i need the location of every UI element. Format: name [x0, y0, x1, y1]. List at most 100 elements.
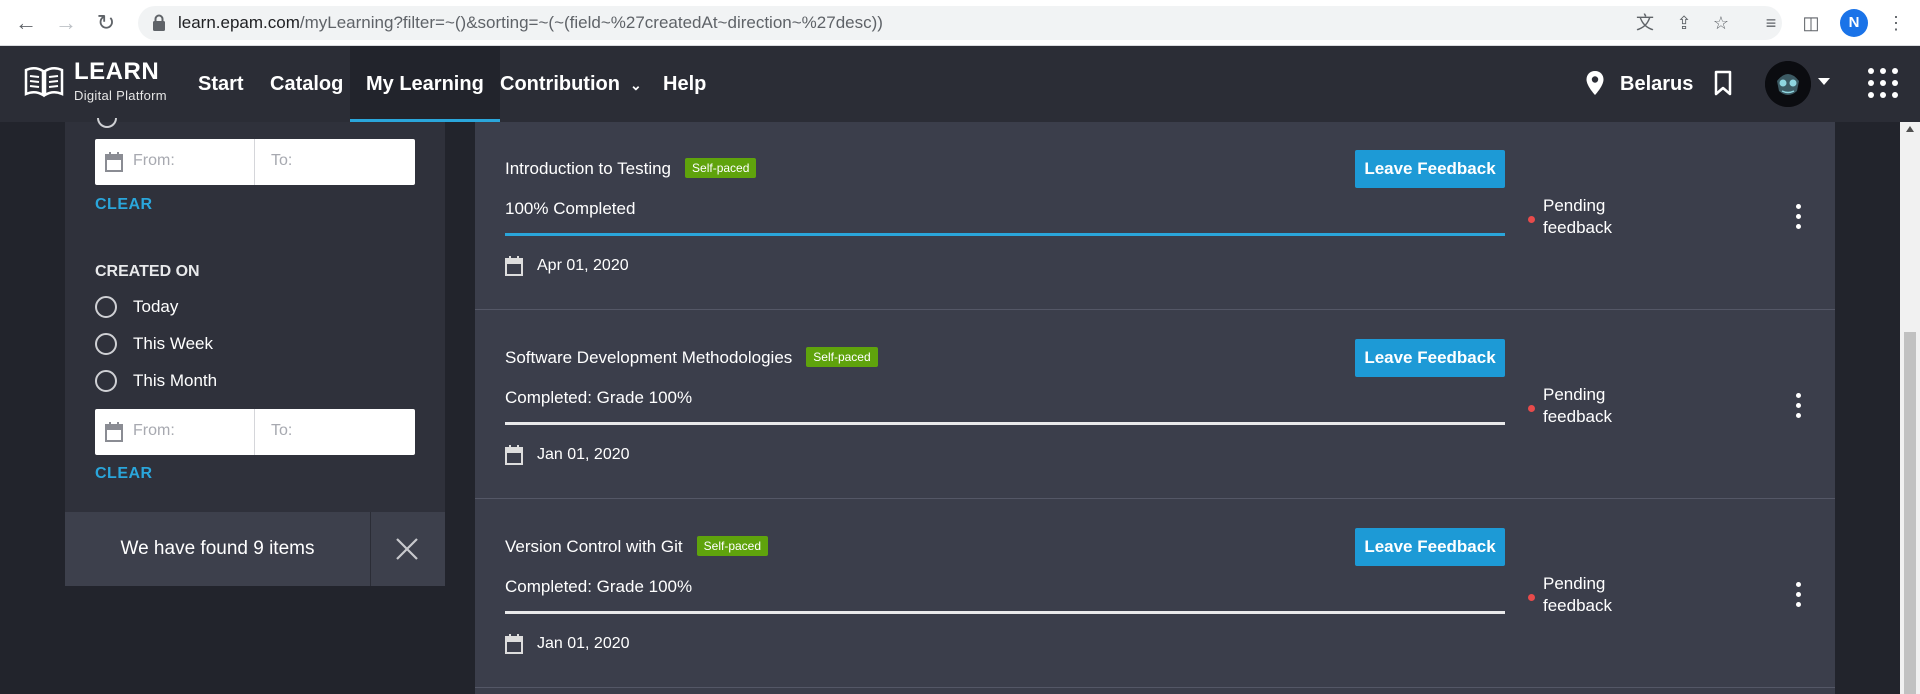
- location-label[interactable]: Belarus: [1620, 46, 1693, 122]
- course-list: Introduction to Testing Self-paced Leave …: [475, 122, 1835, 694]
- feedback-status: Pending feedback: [1543, 385, 1612, 426]
- course-title-row[interactable]: Software Development Methodologies Self-p…: [505, 347, 878, 368]
- completion-status: Completed: Grade 100%: [505, 388, 693, 407]
- nav-help[interactable]: Help: [663, 46, 706, 122]
- course-card[interactable]: Software Development Methodologies Self-p…: [475, 311, 1835, 499]
- browser-toolbar: ← → ↻ learn.epam.com/myLearning?filter=~…: [0, 0, 1920, 46]
- avatar-dropdown-icon[interactable]: [1818, 78, 1830, 85]
- leave-feedback-button[interactable]: Leave Feedback: [1355, 528, 1505, 566]
- radio-circle[interactable]: [95, 296, 117, 318]
- progress-bar: [505, 233, 1505, 236]
- nav-contribution[interactable]: Contribution ⌄: [500, 46, 642, 122]
- self-paced-badge: Self-paced: [696, 536, 769, 556]
- course-title[interactable]: Software Development Methodologies: [505, 348, 792, 367]
- nav-contribution-label: Contribution: [500, 73, 620, 95]
- avatar-image-icon: [1765, 61, 1811, 107]
- translate-icon[interactable]: 文: [1634, 12, 1656, 34]
- self-paced-badge: Self-paced: [685, 158, 757, 178]
- scroll-up-arrow-icon[interactable]: [1906, 126, 1914, 132]
- pending-status-dot: [1528, 405, 1535, 412]
- clear-link[interactable]: CLEAR: [95, 196, 153, 214]
- lock-icon[interactable]: [152, 14, 166, 32]
- course-card[interactable]: Introduction to Testing Self-paced Leave …: [475, 122, 1835, 310]
- feedback-status: Pending feedback: [1543, 574, 1612, 615]
- reload-icon[interactable]: ↻: [92, 9, 120, 37]
- chevron-down-icon: ⌄: [629, 76, 642, 93]
- radio-button-partial[interactable]: [97, 118, 117, 128]
- course-title-row[interactable]: Introduction to Testing Self-paced: [505, 158, 757, 179]
- course-date: Jan 01, 2020: [537, 635, 630, 652]
- nav-start[interactable]: Start: [198, 46, 244, 122]
- completion-status: Completed: Grade 100%: [505, 577, 693, 596]
- url-path: /myLearning?filter=~()&sorting=~(~(field…: [299, 13, 883, 32]
- url-text[interactable]: learn.epam.com/myLearning?filter=~()&sor…: [178, 13, 883, 33]
- location-pin-icon: [1586, 71, 1604, 95]
- browser-menu-icon[interactable]: ⋮: [1883, 10, 1909, 36]
- calendar-icon: [505, 445, 523, 465]
- scroll-thumb[interactable]: [1904, 332, 1916, 694]
- course-title-row[interactable]: Version Control with Git Self-paced: [505, 536, 769, 557]
- nav-catalog[interactable]: Catalog: [270, 46, 343, 122]
- user-avatar[interactable]: [1765, 61, 1811, 107]
- course-date: Apr 01, 2020: [537, 257, 629, 274]
- logo-subtitle: Digital Platform: [74, 88, 167, 103]
- profile-avatar[interactable]: N: [1840, 9, 1868, 37]
- logo-title[interactable]: LEARN: [74, 58, 159, 86]
- page-scrollbar[interactable]: [1900, 122, 1920, 694]
- more-options-icon[interactable]: [1793, 393, 1805, 419]
- radio-label: This Month: [133, 371, 218, 390]
- book-logo-icon[interactable]: [22, 62, 66, 102]
- pending-status-dot: [1528, 594, 1535, 601]
- radio-circle[interactable]: [95, 370, 117, 392]
- calendar-icon: [105, 152, 123, 172]
- completion-status: 100% Completed: [505, 199, 636, 218]
- url-host: learn.epam.com: [178, 13, 300, 32]
- radio-circle[interactable]: [95, 333, 117, 355]
- forward-icon[interactable]: →: [52, 9, 80, 37]
- divider: [370, 512, 371, 586]
- progress-bar: [505, 422, 1505, 425]
- reading-list-icon[interactable]: ≡: [1758, 10, 1784, 36]
- divider: [254, 409, 255, 455]
- date-to-field[interactable]: To:: [271, 152, 292, 170]
- bookmark-icon[interactable]: [1713, 70, 1733, 96]
- back-icon[interactable]: ←: [12, 9, 40, 37]
- course-title[interactable]: Version Control with Git: [505, 537, 683, 556]
- clear-link[interactable]: CLEAR: [95, 465, 153, 483]
- leave-feedback-button[interactable]: Leave Feedback: [1355, 339, 1505, 377]
- created-date-range-input: From: To:: [95, 409, 415, 455]
- calendar-icon: [505, 634, 523, 654]
- nav-my-learning[interactable]: My Learning: [350, 46, 500, 122]
- side-panel-icon[interactable]: ◫: [1798, 10, 1824, 36]
- calendar-icon: [505, 256, 523, 276]
- app-header: LEARN Digital Platform Start Catalog My …: [0, 46, 1920, 122]
- course-card[interactable]: Version Control with Git Self-paced Leave…: [475, 500, 1835, 688]
- pending-status-dot: [1528, 216, 1535, 223]
- apps-grid-icon[interactable]: [1868, 68, 1898, 98]
- results-count-text: We have found 9 items: [120, 538, 315, 559]
- date-from-field[interactable]: From:: [133, 422, 175, 440]
- radio-label: This Week: [133, 334, 213, 353]
- self-paced-badge: Self-paced: [806, 347, 878, 367]
- more-options-icon[interactable]: [1793, 582, 1805, 608]
- feedback-status: Pending feedback: [1543, 196, 1612, 237]
- address-bar[interactable]: learn.epam.com/myLearning?filter=~()&sor…: [138, 6, 1782, 40]
- share-icon[interactable]: ⇪: [1673, 12, 1695, 34]
- course-date: Jan 01, 2020: [537, 446, 630, 463]
- date-from-field[interactable]: From:: [133, 152, 175, 170]
- course-title[interactable]: Introduction to Testing: [505, 159, 671, 178]
- created-on-title: CREATED ON: [95, 263, 200, 280]
- date-to-field[interactable]: To:: [271, 422, 292, 440]
- divider: [254, 139, 255, 185]
- leave-feedback-button[interactable]: Leave Feedback: [1355, 150, 1505, 188]
- radio-label: Today: [133, 297, 179, 316]
- more-options-icon[interactable]: [1793, 204, 1805, 230]
- progress-bar: [505, 611, 1505, 614]
- date-range-input: From: To:: [95, 139, 415, 185]
- filter-sidebar: From: To: CLEAR CREATED ON Today This We…: [65, 118, 445, 512]
- calendar-icon: [105, 422, 123, 442]
- star-icon[interactable]: ☆: [1710, 12, 1732, 34]
- results-found-banner: We have found 9 items: [65, 512, 445, 586]
- progress-fill: [505, 233, 1505, 236]
- close-icon[interactable]: [395, 537, 419, 561]
